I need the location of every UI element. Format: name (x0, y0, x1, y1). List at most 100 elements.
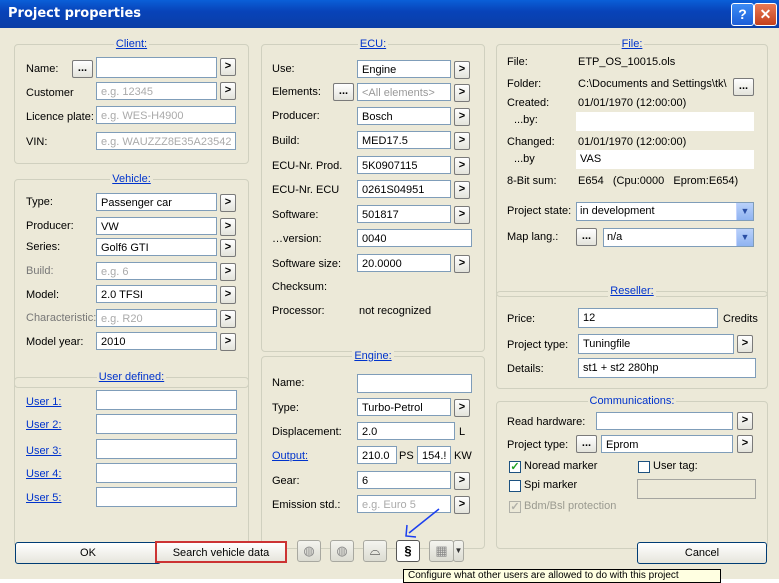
software-go-button[interactable]: > (454, 206, 470, 224)
ecu-nr-go-button[interactable]: > (454, 181, 470, 199)
characteristic-field[interactable]: e.g. R20 (96, 309, 217, 327)
created-label: Created: (507, 97, 550, 109)
vin-field[interactable]: e.g. WAUZZZ8E35A23542 (96, 132, 236, 150)
emission-go-button[interactable]: > (454, 496, 470, 514)
model-year-go-button[interactable]: > (220, 333, 236, 351)
ok-button[interactable]: OK (15, 542, 161, 564)
ecu-build-go-button[interactable]: > (454, 132, 470, 150)
ecu-prod-field[interactable]: 5K0907115 (357, 156, 451, 174)
model-field[interactable]: 2.0 TFSI (96, 285, 217, 303)
model-year-field[interactable]: 2010 (96, 332, 217, 350)
user-4-field[interactable] (96, 463, 237, 483)
ecu-group: ECU: Use: Engine > Elements: ... <All el… (261, 38, 485, 352)
software-size-field[interactable]: 20.0000 (357, 254, 451, 272)
elements-field[interactable]: <All elements> (357, 83, 451, 101)
comms-project-type-field[interactable]: Eprom (601, 435, 733, 453)
cancel-button[interactable]: Cancel (637, 542, 767, 564)
help-button[interactable]: ? (731, 3, 754, 26)
search-vehicle-data-button[interactable]: Search vehicle data (155, 541, 287, 563)
user-3-field[interactable] (96, 439, 237, 459)
user-3-link[interactable]: User 3: (26, 445, 61, 457)
use-go-button[interactable]: > (454, 61, 470, 79)
reseller-project-type-go-button[interactable]: > (737, 335, 753, 353)
project-properties-window: Project properties ? ✕ Client: Name: ...… (0, 0, 779, 583)
vehicle-type-field[interactable]: Passenger car (96, 193, 217, 211)
annotation-arrow (405, 508, 440, 538)
ecu-legend: ECU: (357, 38, 389, 50)
read-hardware-go-button[interactable]: > (737, 412, 753, 430)
details-field[interactable]: st1 + st2 280hp (578, 358, 756, 378)
bdm-label: Bdm/Bsl protection (524, 500, 617, 512)
ecu-producer-go-button[interactable]: > (454, 108, 470, 126)
folder-browse-button[interactable]: ... (733, 78, 754, 96)
read-hardware-field[interactable] (596, 412, 733, 430)
reseller-project-type-field[interactable]: Tuningfile (578, 334, 734, 354)
created-by-field[interactable] (576, 112, 754, 131)
licence-plate-field[interactable]: e.g. WES-H4900 (96, 106, 236, 124)
client-name-field[interactable] (96, 57, 217, 78)
title-bar[interactable]: Project properties ? ✕ (0, 0, 779, 28)
map-lang-select[interactable]: n/a ▼ (603, 228, 754, 247)
chevron-down-icon[interactable]: ▼ (453, 540, 464, 562)
software-field[interactable]: 501817 (357, 205, 451, 223)
ps-field[interactable]: 210.0 (357, 446, 397, 464)
version-field[interactable]: 0040 (357, 229, 472, 247)
ecu-build-field[interactable]: MED17.5 (357, 131, 451, 149)
comms-project-type-go-button[interactable]: > (737, 435, 753, 453)
spi-checkbox[interactable] (509, 480, 521, 492)
lasso-icon[interactable]: ⌓ (363, 540, 387, 562)
vehicle-build-go-button[interactable]: > (220, 263, 236, 281)
vehicle-producer-go-button[interactable]: > (220, 218, 236, 236)
user-1-field[interactable] (96, 390, 237, 410)
client-name-browse-button[interactable]: ... (72, 60, 93, 78)
user-5-link[interactable]: User 5: (26, 492, 61, 504)
user-4-link[interactable]: User 4: (26, 468, 61, 480)
user-2-link[interactable]: User 2: (26, 419, 61, 431)
series-field[interactable]: Golf6 GTI (96, 238, 217, 256)
ecu-prod-go-button[interactable]: > (454, 157, 470, 175)
client-name-go-button[interactable]: > (220, 58, 236, 76)
gear-field[interactable]: 6 (357, 471, 451, 489)
use-field[interactable]: Engine (357, 60, 451, 78)
vehicle-type-go-button[interactable]: > (220, 194, 236, 212)
vehicle-producer-field[interactable]: VW (96, 217, 217, 235)
customer-go-button[interactable]: > (220, 82, 236, 100)
user-tag-field[interactable] (637, 479, 756, 499)
software-size-go-button[interactable]: > (454, 255, 470, 273)
customer-field[interactable]: e.g. 12345 (96, 82, 217, 100)
series-go-button[interactable]: > (220, 239, 236, 257)
user-2-field[interactable] (96, 414, 237, 434)
file-label: File: (507, 56, 528, 68)
map-lang-browse-button[interactable]: ... (576, 228, 597, 246)
processor-value: not recognized (359, 305, 432, 317)
elements-go-button[interactable]: > (454, 84, 470, 102)
comms-project-type-browse-button[interactable]: ... (576, 435, 597, 453)
engine-name-field[interactable] (357, 374, 472, 393)
file-value: ETP_OS_10015.ols (578, 56, 676, 68)
user-tag-checkbox[interactable] (638, 461, 650, 473)
user-1-link[interactable]: User 1: (26, 396, 61, 408)
noread-checkbox[interactable]: ✓ (509, 461, 521, 473)
engine-group: Engine: Name: Type: Turbo-Petrol > Displ… (261, 350, 485, 549)
displacement-field[interactable]: 2.0 (357, 422, 455, 440)
project-state-select[interactable]: in development ▼ (576, 202, 754, 221)
gear-go-button[interactable]: > (454, 472, 470, 490)
engine-type-go-button[interactable]: > (454, 399, 470, 417)
changed-by-field[interactable]: VAS (576, 150, 754, 169)
close-button[interactable]: ✕ (754, 3, 777, 26)
globe-upload-icon[interactable]: ◍ (297, 540, 321, 562)
price-field[interactable]: 12 (578, 308, 718, 328)
vehicle-type-label: Type: (26, 196, 53, 208)
kw-field[interactable]: 154.! (417, 446, 451, 464)
characteristic-go-button[interactable]: > (220, 310, 236, 328)
globe-download-icon[interactable]: ◍ (330, 540, 354, 562)
details-label: Details: (507, 363, 544, 375)
output-link[interactable]: Output: (272, 450, 308, 462)
elements-browse-button[interactable]: ... (333, 83, 354, 101)
ecu-producer-field[interactable]: Bosch (357, 107, 451, 125)
ecu-nr-field[interactable]: 0261S04951 (357, 180, 451, 198)
model-go-button[interactable]: > (220, 286, 236, 304)
engine-type-field[interactable]: Turbo-Petrol (357, 398, 451, 416)
user-5-field[interactable] (96, 487, 237, 507)
vehicle-build-field[interactable]: e.g. 6 (96, 262, 217, 280)
